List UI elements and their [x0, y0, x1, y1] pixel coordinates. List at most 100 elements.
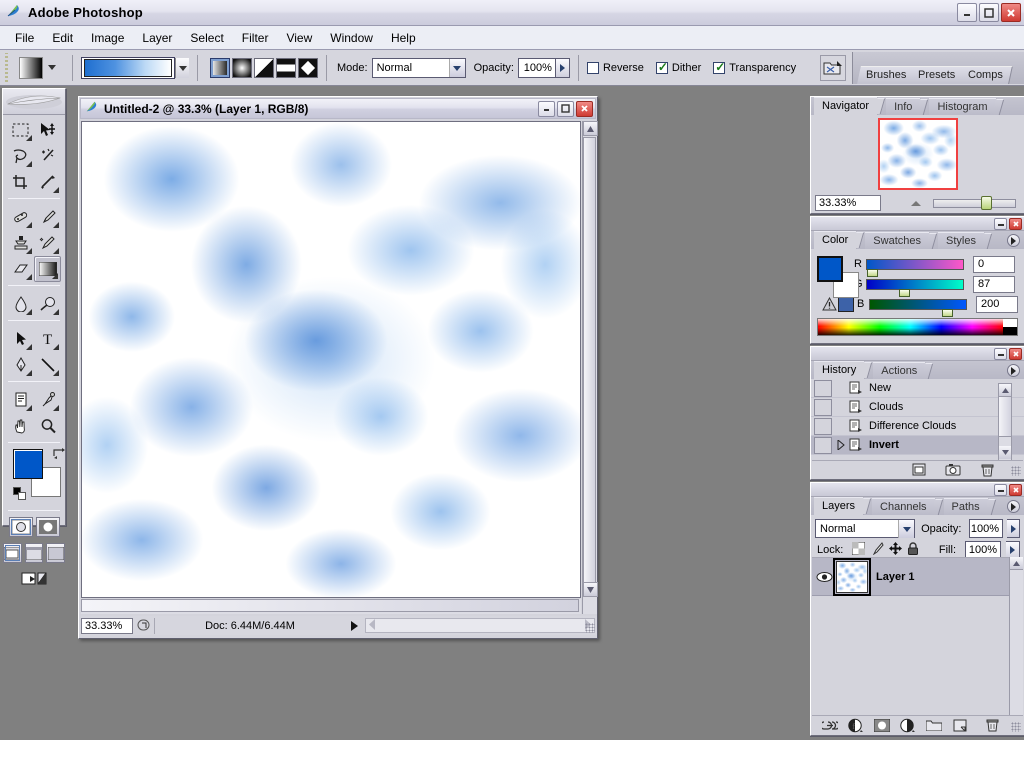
full-screen-mode-button[interactable] [46, 543, 66, 563]
line-tool[interactable] [34, 352, 61, 378]
blue-slider-knob[interactable] [942, 308, 953, 317]
new-group-folder-icon[interactable] [926, 718, 942, 733]
status-menu-arrow-icon[interactable] [345, 620, 363, 631]
lock-transparent-pixels-icon[interactable] [851, 541, 866, 558]
history-state-invert[interactable]: Invert [811, 436, 1024, 455]
history-state-difference-clouds[interactable]: Difference Clouds [811, 417, 1024, 436]
menu-edit[interactable]: Edit [43, 28, 82, 48]
gradient-picker-chevron-icon[interactable] [175, 57, 189, 78]
tab-layers[interactable]: Layers [814, 497, 872, 515]
type-tool[interactable]: T [34, 326, 61, 352]
layers-scrollbar[interactable] [1009, 557, 1023, 715]
history-palette-menu-icon[interactable] [1007, 364, 1020, 377]
delete-state-trash-icon[interactable] [979, 462, 995, 477]
navigator-slider-track[interactable] [933, 198, 1016, 208]
layer-row-layer-1[interactable]: Layer 1 [812, 557, 1023, 596]
chevron-down-icon[interactable] [448, 58, 465, 77]
swap-colors-icon[interactable] [53, 447, 66, 462]
layers-palette-menu-icon[interactable] [1007, 500, 1020, 513]
color-spectrum-ramp[interactable] [817, 318, 1018, 336]
clone-stamp-tool[interactable] [7, 230, 34, 256]
reverse-checkbox[interactable]: Reverse [586, 61, 644, 74]
navigator-slider-knob[interactable] [981, 196, 992, 210]
status-zoom-input[interactable]: 33.33% [81, 617, 133, 634]
document-maximize-button[interactable] [557, 100, 574, 117]
zoom-out-icon[interactable] [911, 200, 921, 206]
standard-mode-button[interactable] [8, 517, 33, 537]
marquee-tool[interactable] [7, 117, 34, 143]
foreground-color-swatch[interactable] [13, 449, 43, 479]
history-scroll-thumb[interactable] [999, 397, 1011, 437]
color-palette-minimize-button[interactable] [994, 217, 1007, 230]
tab-swatches[interactable]: Swatches [865, 232, 938, 249]
canvas-horizontal-scrollbar[interactable] [81, 599, 581, 614]
pen-tool[interactable] [7, 352, 34, 378]
history-current-state-marker[interactable] [834, 440, 848, 450]
menu-select[interactable]: Select [181, 28, 232, 48]
add-layer-mask-icon[interactable] [874, 718, 890, 733]
lock-all-icon[interactable] [907, 542, 919, 558]
spectrum-black-white[interactable] [1003, 319, 1017, 335]
green-value-input[interactable]: 87 [973, 275, 1015, 293]
menu-image[interactable]: Image [82, 28, 133, 48]
eyedropper-tool[interactable] [34, 387, 61, 413]
lasso-tool[interactable] [7, 143, 34, 169]
red-slider-track[interactable] [866, 258, 964, 277]
green-slider-knob[interactable] [899, 288, 910, 297]
layer-opacity-input[interactable]: 100% [969, 519, 1004, 538]
dither-checkbox[interactable]: Dither [655, 60, 701, 74]
eraser-tool[interactable] [7, 256, 34, 282]
layer-blend-mode-select[interactable]: Normal [815, 519, 916, 538]
blue-value-input[interactable]: 200 [976, 295, 1018, 313]
vertical-scroll-thumb[interactable] [583, 137, 596, 592]
standard-screen-mode-button[interactable] [3, 543, 22, 563]
app-minimize-button[interactable] [957, 3, 977, 22]
document-proxy-icon[interactable] [133, 617, 155, 634]
image-canvas[interactable] [81, 121, 581, 598]
history-snapshot-toggle[interactable] [814, 398, 832, 416]
tab-channels[interactable]: Channels [872, 498, 943, 515]
red-slider-knob[interactable] [867, 268, 878, 277]
slice-tool[interactable] [34, 169, 61, 195]
navigator-zoom-input[interactable]: 33.33% [815, 195, 881, 211]
history-brush-tool[interactable] [34, 230, 61, 256]
delete-layer-trash-icon[interactable] [984, 718, 1000, 733]
toolbox-title-bar[interactable] [3, 89, 65, 115]
well-tab-comps[interactable]: Comps [958, 66, 1013, 84]
go-to-bridge-button[interactable] [820, 54, 846, 81]
gradient-type-diamond-button[interactable] [298, 57, 318, 78]
well-tab-brushes[interactable]: Brushes [857, 66, 917, 84]
layer-thumbnail[interactable] [833, 557, 871, 596]
create-document-from-state-icon[interactable] [911, 462, 927, 477]
horizontal-scroll-thumb[interactable] [81, 599, 579, 612]
jump-to-imageready-button[interactable] [3, 566, 65, 592]
current-tool-icon[interactable] [19, 56, 43, 79]
new-adjustment-layer-icon[interactable] [900, 718, 916, 733]
history-scroll-up-button[interactable] [999, 384, 1011, 397]
default-colors-icon[interactable] [13, 487, 26, 500]
menu-window[interactable]: Window [321, 28, 382, 48]
color-palette-menu-icon[interactable] [1007, 234, 1020, 247]
reverse-checkbox-box[interactable] [586, 61, 599, 74]
menu-file[interactable]: File [6, 28, 43, 48]
history-snapshot-toggle[interactable] [814, 436, 832, 454]
full-screen-menubar-mode-button[interactable] [24, 543, 44, 563]
layers-scroll-up-button[interactable] [1010, 557, 1023, 570]
history-palette-resize-grip[interactable] [1011, 466, 1021, 476]
notes-tool[interactable] [7, 387, 34, 413]
red-value-input[interactable]: 0 [973, 255, 1015, 273]
healing-brush-tool[interactable] [7, 204, 34, 230]
document-minimize-button[interactable] [538, 100, 555, 117]
history-snapshot-toggle[interactable] [814, 417, 832, 435]
navigator-zoom-slider[interactable] [887, 195, 1020, 211]
options-bar-grip[interactable] [2, 52, 12, 83]
blur-tool[interactable] [7, 291, 34, 317]
layers-palette-minimize-button[interactable] [994, 483, 1007, 496]
lock-position-icon[interactable] [889, 542, 903, 558]
transparency-checkbox[interactable]: Transparency [713, 60, 796, 74]
add-layer-style-icon[interactable]: f [848, 718, 864, 733]
hand-tool[interactable] [7, 413, 34, 439]
link-layers-icon[interactable] [822, 718, 838, 733]
tool-preset-picker-chevron-icon[interactable] [48, 65, 56, 70]
menu-filter[interactable]: Filter [233, 28, 278, 48]
